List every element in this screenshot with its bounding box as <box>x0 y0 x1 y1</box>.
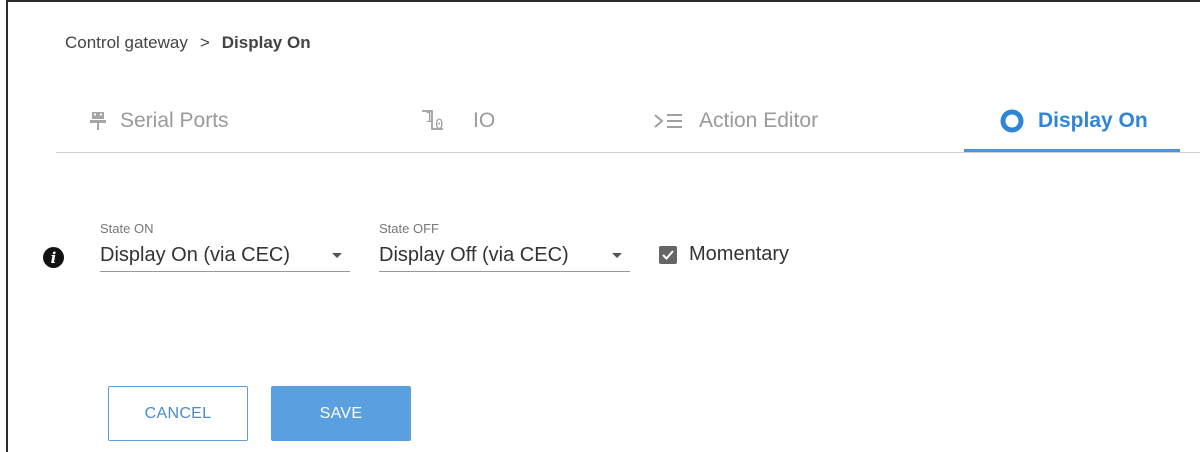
tab-serial-ports[interactable]: Serial Ports <box>90 92 229 150</box>
tab-bar: Serial Ports 1 0 IO Action Editor Displa… <box>56 92 1200 153</box>
serial-port-icon <box>90 111 106 131</box>
momentary-checkbox-row[interactable]: Momentary <box>659 243 789 266</box>
chevron-down-icon <box>332 253 342 258</box>
breadcrumb: Control gateway > Display On <box>65 33 311 53</box>
tab-label: IO <box>473 109 496 132</box>
breadcrumb-current: Display On <box>221 33 311 52</box>
state-off-value: Display Off (via CEC) <box>379 244 569 266</box>
tab-display-on[interactable]: Display On <box>964 92 1180 152</box>
tab-action-editor[interactable]: Action Editor <box>653 92 818 150</box>
state-on-value: Display On (via CEC) <box>100 244 291 266</box>
state-off-field: State OFF Display Off (via CEC) <box>379 221 630 272</box>
display-on-circle-icon <box>1000 109 1024 133</box>
momentary-label: Momentary <box>689 243 790 265</box>
breadcrumb-separator: > <box>199 33 210 52</box>
save-button[interactable]: SAVE <box>271 386 411 441</box>
state-on-select[interactable]: Display On (via CEC) <box>100 240 350 272</box>
momentary-checkbox[interactable] <box>659 245 677 264</box>
state-on-field: State ON Display On (via CEC) <box>100 221 350 272</box>
chevron-down-icon <box>612 253 622 258</box>
tab-label: Action Editor <box>699 109 819 132</box>
state-on-label: State ON <box>100 221 154 236</box>
action-editor-icon <box>653 112 685 130</box>
tab-io[interactable]: 1 0 IO <box>421 92 495 150</box>
svg-text:0: 0 <box>435 117 443 133</box>
info-icon[interactable]: i <box>43 247 64 268</box>
tab-label: Display On <box>1038 108 1148 132</box>
tab-label: Serial Ports <box>120 109 229 132</box>
state-off-select[interactable]: Display Off (via CEC) <box>379 240 630 272</box>
page-frame: Control gateway > Display On Serial Port… <box>6 0 1200 452</box>
io-icon: 1 0 <box>421 109 459 133</box>
cancel-button[interactable]: CANCEL <box>108 386 248 441</box>
state-off-label: State OFF <box>379 221 439 236</box>
checkmark-icon <box>662 249 674 260</box>
breadcrumb-parent[interactable]: Control gateway <box>65 33 188 53</box>
